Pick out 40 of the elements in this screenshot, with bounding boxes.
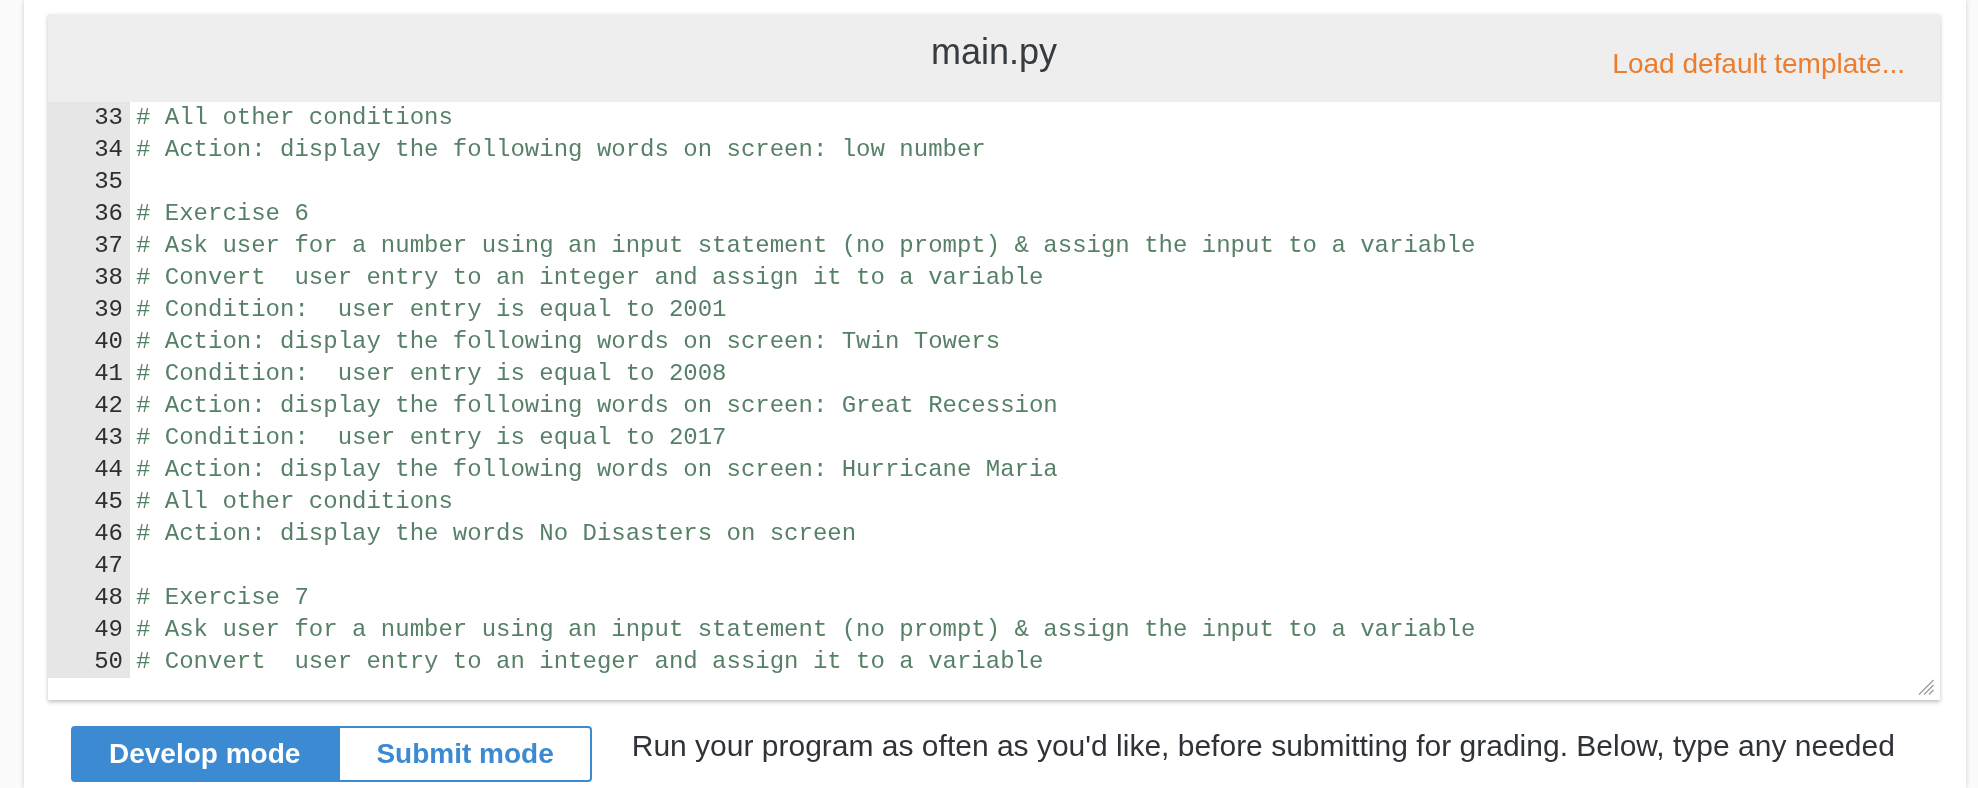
code-line: # All other conditions bbox=[135, 103, 453, 133]
instructions-text: Run your program as often as you'd like, before submitting for grading. Below, type any needed bbox=[631, 728, 1895, 764]
code-line: # Action: display the words No Disasters on screen bbox=[135, 519, 857, 549]
code-line: # Ask user for a number using an input statement (no prompt) & assign the input to a variable bbox=[135, 615, 1476, 645]
line-number: 47 bbox=[48, 550, 130, 582]
load-template-link[interactable]: Load default template... bbox=[1612, 43, 1905, 85]
line-number: 38 bbox=[48, 262, 130, 294]
mode-button[interactable]: Develop mode bbox=[71, 726, 339, 782]
code-line: # All other conditions bbox=[135, 487, 453, 517]
code-line: # Convert user entry to an integer and assign it to a variable bbox=[135, 647, 1044, 677]
line-number: 35 bbox=[48, 166, 130, 198]
line-number: 50 bbox=[48, 646, 130, 678]
code-line: # Exercise 7 bbox=[135, 583, 309, 613]
code-line: # Action: display the following words on screen: Hurricane Maria bbox=[135, 455, 1058, 485]
line-number: 43 bbox=[48, 422, 130, 454]
code-line: # Condition: user entry is equal to 2008 bbox=[135, 359, 727, 389]
code-line: # Ask user for a number using an input statement (no prompt) & assign the input to a variable bbox=[135, 231, 1476, 261]
line-number: 49 bbox=[48, 614, 130, 646]
line-number: 45 bbox=[48, 486, 130, 518]
line-number: 34 bbox=[48, 134, 130, 166]
line-number: 48 bbox=[48, 582, 130, 614]
line-number: 42 bbox=[48, 390, 130, 422]
line-number: 44 bbox=[48, 454, 130, 486]
line-number: 37 bbox=[48, 230, 130, 262]
code-line: # Action: display the following words on screen: Twin Towers bbox=[135, 327, 1001, 357]
mode-button[interactable]: Submit mode bbox=[338, 726, 592, 782]
file-title: main.py bbox=[930, 30, 1058, 74]
code-line: # Action: display the following words on screen: Great Recession bbox=[135, 391, 1058, 421]
line-number: 39 bbox=[48, 294, 130, 326]
resize-handle-icon[interactable] bbox=[1918, 679, 1934, 695]
code-line: # Action: display the following words on screen: low number bbox=[135, 135, 986, 165]
code-line: # Convert user entry to an integer and assign it to a variable bbox=[135, 263, 1044, 293]
code-line: # Condition: user entry is equal to 2001 bbox=[135, 295, 727, 325]
line-number: 41 bbox=[48, 358, 130, 390]
line-number: 36 bbox=[48, 198, 130, 230]
line-number: 40 bbox=[48, 326, 130, 358]
line-number: 33 bbox=[48, 102, 130, 134]
code-line: # Exercise 6 bbox=[135, 199, 309, 229]
line-number: 46 bbox=[48, 518, 130, 550]
code-line: # Condition: user entry is equal to 2017 bbox=[135, 423, 727, 453]
